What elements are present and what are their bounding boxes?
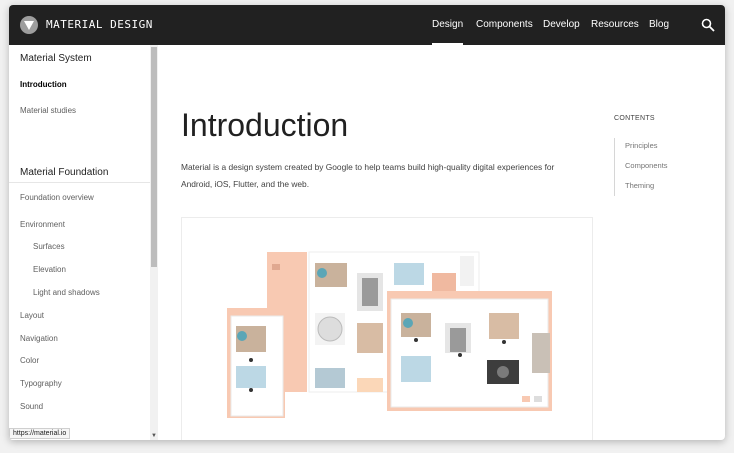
sidebar-item-layout[interactable]: Layout	[20, 311, 44, 320]
contents-heading: CONTENTS	[614, 115, 655, 122]
nav-resources[interactable]: Resources	[591, 5, 639, 45]
sidebar-item-introduction[interactable]: Introduction	[20, 80, 67, 89]
nav-components[interactable]: Components	[476, 5, 533, 45]
search-icon[interactable]	[701, 18, 715, 32]
toc-item-theming[interactable]: Theming	[625, 181, 654, 190]
nav-blog[interactable]: Blog	[649, 5, 669, 45]
status-url-tooltip: https://material.io	[9, 428, 71, 439]
hero-illustration	[181, 217, 593, 440]
sidebar-item-light-and-shadows[interactable]: Light and shadows	[33, 288, 100, 297]
toc-item-principles[interactable]: Principles	[625, 141, 658, 150]
navigation-drawer: Material System Introduction Material st…	[9, 45, 158, 440]
sidebar-item-foundation-overview[interactable]: Foundation overview	[20, 193, 94, 202]
material-logo-icon[interactable]	[20, 16, 38, 34]
section-title-material-system: Material System	[20, 53, 92, 64]
page-title: Introduction	[181, 107, 349, 143]
sidebar-item-environment[interactable]: Environment	[20, 220, 65, 229]
nav-develop[interactable]: Develop	[543, 5, 580, 45]
section-title-material-foundation: Material Foundation	[20, 167, 109, 178]
table-of-contents: Principles Components Theming	[614, 138, 684, 196]
sidebar-item-typography[interactable]: Typography	[20, 379, 62, 388]
browser-window: MATERIAL DESIGN Design Components Develo…	[9, 5, 725, 440]
sidebar-item-navigation[interactable]: Navigation	[20, 334, 58, 343]
scrollbar-thumb[interactable]	[151, 47, 157, 267]
sidebar-item-elevation[interactable]: Elevation	[33, 265, 66, 274]
sidebar-item-material-studies[interactable]: Material studies	[20, 106, 76, 115]
sidebar-scrollbar[interactable]: ▼	[150, 45, 158, 440]
sidebar-item-sound[interactable]: Sound	[20, 402, 43, 411]
scroll-down-arrow-icon[interactable]: ▼	[151, 433, 157, 439]
brand-title[interactable]: MATERIAL DESIGN	[46, 18, 153, 31]
hero-app-mockup-illustration	[227, 251, 552, 418]
intro-paragraph: Material is a design system created by G…	[181, 162, 555, 189]
toc-item-components[interactable]: Components	[625, 161, 668, 170]
nav-design[interactable]: Design	[432, 5, 464, 45]
sidebar-divider	[9, 182, 150, 183]
sidebar-item-surfaces[interactable]: Surfaces	[33, 242, 65, 251]
top-app-bar: MATERIAL DESIGN Design Components Develo…	[9, 5, 725, 45]
sidebar-item-color[interactable]: Color	[20, 356, 39, 365]
